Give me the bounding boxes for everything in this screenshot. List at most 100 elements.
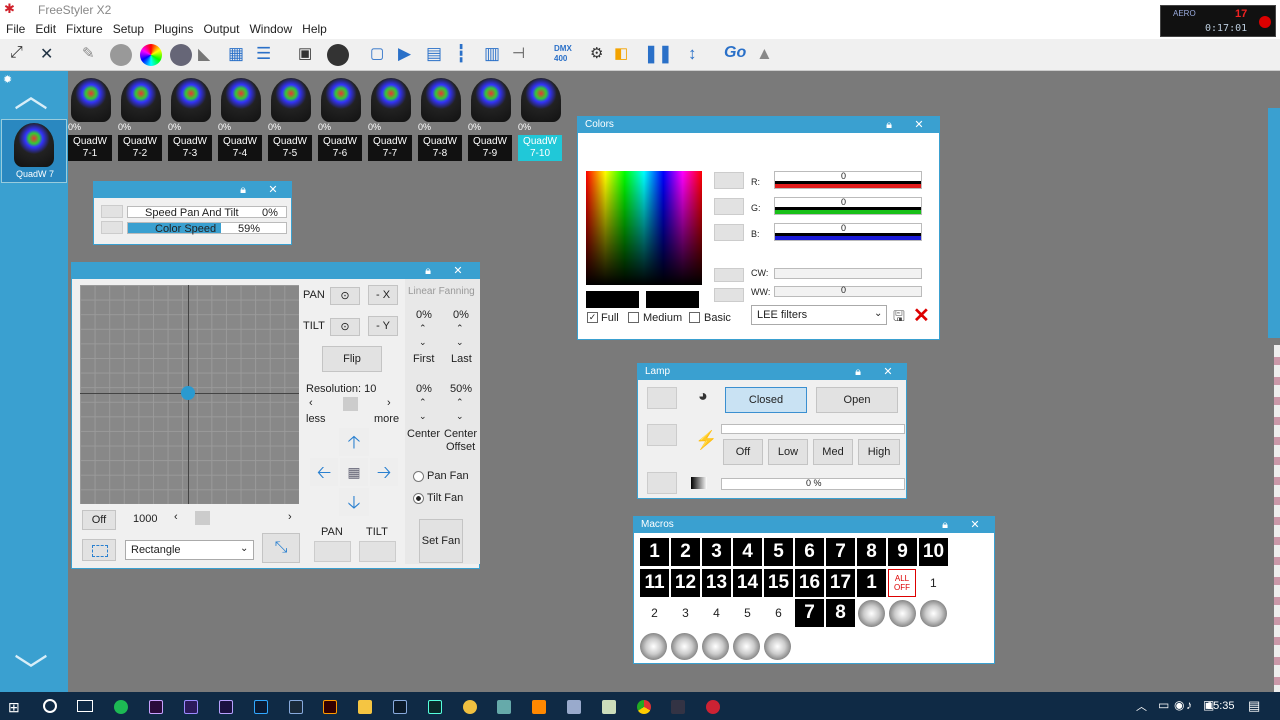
select-shape-button[interactable] — [82, 539, 116, 561]
sound-macro-icon[interactable] — [858, 600, 885, 627]
grid-icon[interactable]: ▦ — [228, 44, 250, 66]
fixture-tile[interactable]: 0% QuadW 7-7 — [368, 78, 414, 162]
draw-shape-button[interactable]: ⤡ — [262, 533, 300, 563]
cue-icon[interactable]: ◧ — [614, 44, 636, 66]
close-icon[interactable]: ✕ — [447, 263, 469, 279]
macro-button[interactable]: 1 — [640, 538, 669, 566]
macro-button[interactable]: 16 — [795, 569, 824, 597]
strobe-off-button[interactable]: Off — [723, 439, 763, 465]
ww-swatch[interactable] — [714, 288, 744, 302]
center-icon[interactable]: ▦ — [340, 458, 368, 486]
lightroom-icon[interactable] — [393, 700, 407, 714]
full-checkbox[interactable]: ✓ — [587, 312, 598, 323]
beam-icon[interactable]: ◣ — [198, 44, 220, 66]
fixture-tile[interactable]: 0% QuadW 7-3 — [168, 78, 214, 162]
clock[interactable]: 15:35 — [1207, 700, 1235, 712]
fixture-tile[interactable]: 0% QuadW 7-8 — [418, 78, 464, 162]
basic-checkbox[interactable] — [689, 312, 700, 323]
macro-button[interactable]: 15 — [764, 569, 793, 597]
tool-icon[interactable] — [497, 700, 511, 714]
close-icon[interactable]: ✕ — [964, 517, 986, 533]
close-icon[interactable]: ✕ — [877, 364, 899, 380]
r-slider[interactable]: 0 — [774, 171, 922, 189]
macro-button[interactable]: 17 — [826, 569, 855, 597]
scroll-up-icon[interactable]: ︿ — [14, 79, 48, 113]
lamp-swatch-3[interactable] — [647, 472, 677, 494]
color-picker[interactable] — [586, 171, 702, 285]
lock-icon[interactable]: 🔒︎ — [878, 117, 900, 133]
sound-macro-icon[interactable] — [889, 600, 916, 627]
offset-up-arrow[interactable]: ⌃ — [456, 397, 464, 408]
macro-button[interactable]: 6 — [764, 599, 793, 627]
all-off-button[interactable]: ALL OFF — [888, 569, 916, 597]
after-effects-icon[interactable] — [219, 700, 233, 714]
show-hidden-icons[interactable]: ︿ — [1136, 698, 1147, 714]
speed-pan-tilt-slider[interactable]: Speed Pan And Tilt 0% — [127, 206, 287, 219]
sound-macro-icon[interactable] — [702, 633, 729, 660]
dimmer-slider[interactable]: 0 % — [721, 478, 905, 490]
freestyler-icon[interactable] — [706, 700, 720, 714]
photoshop-icon[interactable] — [254, 700, 268, 714]
pan-fader-swatch[interactable] — [314, 541, 351, 562]
sound-macro-icon[interactable] — [640, 633, 667, 660]
fixture-tile[interactable]: 0% QuadW 7-10 — [518, 78, 564, 162]
macro-button[interactable]: 8 — [857, 538, 886, 566]
timer-icon[interactable] — [327, 44, 349, 66]
arrow-right-icon[interactable]: 🡢 — [370, 458, 398, 486]
b-slider[interactable]: 0 — [774, 223, 922, 241]
pantilt-grid[interactable] — [80, 285, 299, 504]
lock-icon[interactable]: 🔒︎ — [417, 263, 439, 279]
value-increase-arrow[interactable]: › — [288, 511, 292, 523]
value-slider-thumb[interactable] — [195, 511, 210, 525]
menu-help[interactable]: Help — [302, 20, 327, 39]
pantilt-position-handle[interactable] — [181, 386, 195, 400]
task-view-icon[interactable] — [77, 700, 93, 712]
vlc-icon[interactable] — [532, 700, 546, 714]
open-button[interactable]: Open — [816, 387, 898, 413]
fixture-tile[interactable]: 0% QuadW 7-1 — [68, 78, 114, 162]
folder-icon[interactable] — [358, 700, 372, 714]
faders-icon[interactable]: ┇ — [456, 44, 478, 66]
macro-button[interactable]: 3 — [702, 538, 731, 566]
dmx-icon[interactable]: DMX 400 — [554, 44, 580, 66]
strobe-low-button[interactable]: Low — [768, 439, 808, 465]
search-icon[interactable] — [43, 699, 57, 713]
macro-button[interactable]: 2 — [640, 599, 669, 627]
macro-button[interactable]: 13 — [702, 569, 731, 597]
arrow-up-icon[interactable]: 🡡 — [339, 428, 369, 456]
arrow-down-icon[interactable]: 🡣 — [339, 488, 369, 516]
close-icon[interactable]: ✕ — [908, 117, 930, 133]
tilt-fader-swatch[interactable] — [359, 541, 396, 562]
strobe-slider[interactable] — [721, 424, 905, 434]
keyboard-icon[interactable]: ▤ — [426, 44, 448, 66]
fader-icon[interactable]: ↕ — [688, 44, 710, 66]
color-speed-slider[interactable]: Color Speed 59% — [127, 222, 287, 235]
g-slider[interactable]: 0 — [774, 197, 922, 215]
cross-arrows-icon[interactable]: ✕ — [40, 44, 62, 66]
network-icon[interactable]: ▭ — [1158, 698, 1169, 712]
menu-output[interactable]: Output — [203, 20, 239, 39]
macro-button[interactable]: 8 — [826, 599, 855, 627]
sound-macro-icon[interactable] — [733, 633, 760, 660]
macro-button[interactable]: 1 — [857, 569, 886, 597]
chase-icon[interactable]: ⚙ — [590, 44, 612, 66]
pen-icon[interactable]: ✎ — [82, 44, 104, 66]
sound-macro-icon[interactable] — [671, 633, 698, 660]
macro-button[interactable]: 4 — [733, 538, 762, 566]
delete-icon[interactable]: ✕ — [913, 303, 930, 328]
resolution-slider-thumb[interactable] — [343, 397, 358, 411]
macro-button[interactable]: 5 — [733, 599, 762, 627]
lamp-swatch-1[interactable] — [647, 387, 677, 409]
play-icon[interactable]: ▶ — [398, 44, 420, 66]
notes-icon[interactable] — [602, 700, 616, 714]
macro-button[interactable]: 6 — [795, 538, 824, 566]
sound-macro-icon[interactable] — [764, 633, 791, 660]
pan-fan-radio[interactable] — [413, 471, 424, 482]
center-down-arrow[interactable]: ⌄ — [419, 411, 427, 422]
menu-fixture[interactable]: Fixture — [66, 20, 103, 39]
spotify-icon[interactable] — [114, 700, 128, 714]
cw-slider[interactable] — [774, 268, 922, 279]
off-button[interactable]: Off — [82, 510, 116, 530]
macro-button[interactable]: 9 — [888, 538, 917, 566]
res-less-arrow[interactable]: ‹ — [309, 397, 313, 409]
